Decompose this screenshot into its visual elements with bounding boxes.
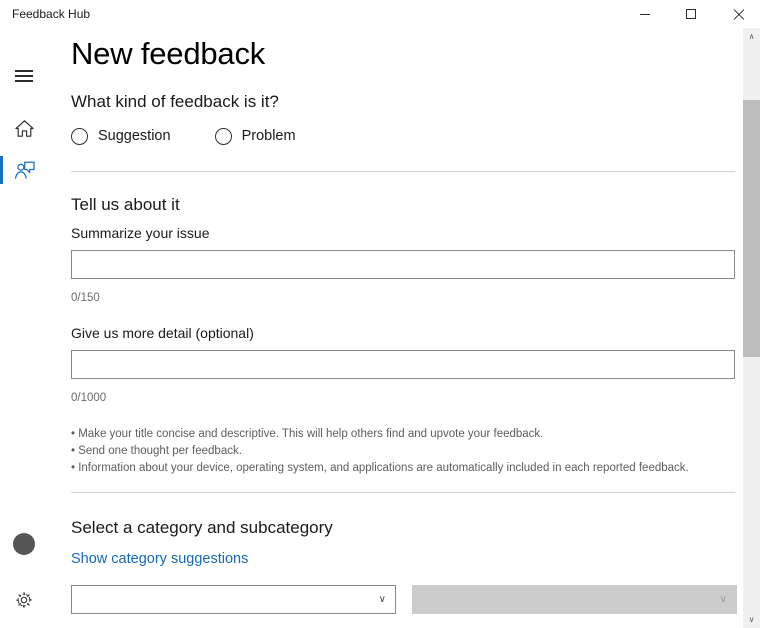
- tip-item: • Make your title concise and descriptiv…: [71, 428, 544, 440]
- chevron-down-icon: ∨: [378, 594, 386, 605]
- minimize-icon: [640, 13, 650, 15]
- radio-option-suggestion[interactable]: Suggestion: [71, 126, 171, 146]
- close-button[interactable]: [714, 0, 760, 28]
- window-controls: [622, 0, 760, 28]
- radio-label: Problem: [241, 128, 296, 144]
- minimize-button[interactable]: [622, 0, 668, 28]
- main-content: New feedback What kind of feedback is it…: [48, 28, 743, 628]
- home-icon: [14, 119, 34, 137]
- radio-option-problem[interactable]: Problem: [214, 126, 296, 146]
- feedback-kind-radio-group: Suggestion Problem: [71, 126, 340, 146]
- navigation-rail: [0, 28, 48, 628]
- hamburger-icon: [15, 67, 33, 85]
- summary-label: Summarize your issue: [71, 225, 210, 241]
- menu-button[interactable]: [0, 56, 48, 96]
- tip-item: • Information about your device, operati…: [71, 462, 689, 474]
- vertical-scrollbar[interactable]: ∧ ∨: [743, 28, 760, 628]
- chevron-down-icon: ∨: [719, 594, 727, 605]
- feedback-tips-list: • Make your title concise and descriptiv…: [71, 426, 689, 477]
- title-bar: Feedback Hub: [0, 0, 760, 28]
- page-title: New feedback: [71, 36, 266, 71]
- sidebar-item-home[interactable]: [0, 108, 48, 148]
- summary-input[interactable]: [71, 250, 735, 279]
- radio-indicator: [71, 127, 88, 145]
- scrollbar-thumb[interactable]: [743, 100, 760, 357]
- scroll-up-button[interactable]: ∧: [743, 28, 760, 45]
- category-heading: Select a category and subcategory: [71, 518, 333, 537]
- tip-item: • Send one thought per feedback.: [71, 445, 242, 457]
- settings-button[interactable]: [0, 580, 48, 620]
- rail-bottom-group: [0, 524, 48, 620]
- section-divider: [71, 171, 735, 172]
- close-icon: [732, 9, 743, 20]
- account-button[interactable]: [0, 524, 48, 564]
- feedback-icon: [14, 161, 35, 179]
- radio-label: Suggestion: [98, 128, 171, 144]
- detail-label: Give us more detail (optional): [71, 325, 254, 341]
- maximize-button[interactable]: [668, 0, 714, 28]
- gear-icon: [16, 592, 32, 608]
- scroll-down-button[interactable]: ∨: [743, 611, 760, 628]
- detail-input[interactable]: [71, 350, 735, 379]
- feedback-hub-window: Feedback Hub ∧ ∨ New feedback What kind …: [0, 0, 760, 628]
- show-category-suggestions-link[interactable]: Show category suggestions: [71, 549, 248, 569]
- details-heading: Tell us about it: [71, 195, 180, 214]
- sidebar-item-feedback[interactable]: [0, 150, 48, 190]
- feedback-kind-heading: What kind of feedback is it?: [71, 92, 279, 111]
- selection-indicator: [0, 156, 3, 184]
- detail-counter: 0/1000: [71, 392, 107, 404]
- radio-indicator: [214, 127, 232, 145]
- maximize-icon: [686, 9, 696, 19]
- avatar-icon: [13, 533, 35, 555]
- category-dropdown[interactable]: ∨: [71, 585, 396, 614]
- subcategory-dropdown[interactable]: ∨: [412, 585, 737, 614]
- section-divider: [71, 492, 735, 493]
- window-title: Feedback Hub: [12, 7, 91, 21]
- summary-counter: 0/150: [71, 292, 100, 304]
